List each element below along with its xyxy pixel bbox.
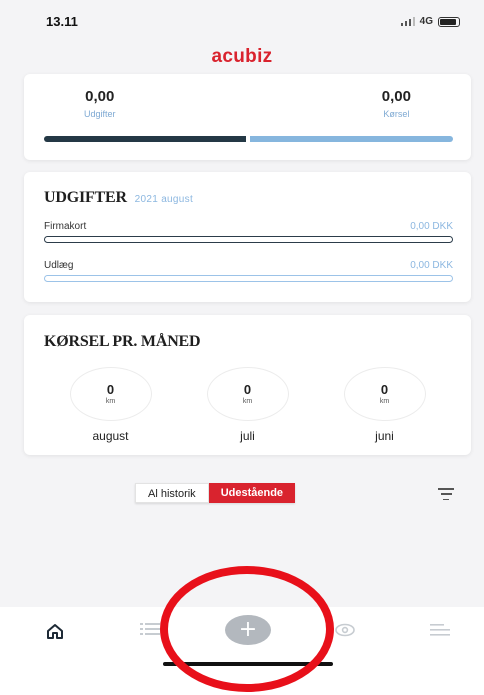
expense-row-udlaeg[interactable]: Udlæg 0,00 DKK	[44, 260, 453, 282]
summary-split-bar	[44, 136, 453, 142]
expense-progress-bar	[44, 275, 453, 282]
list-icon[interactable]	[140, 621, 160, 642]
filter-outstanding-button[interactable]: Udestående	[208, 483, 296, 503]
mileage-unit: km	[105, 398, 116, 405]
mileage-month-label: august	[92, 429, 129, 443]
network-type: 4G	[419, 16, 433, 27]
mileage-unit: km	[379, 398, 390, 405]
mileage-month-juli[interactable]: 0 km juli	[198, 367, 298, 443]
expenses-period: 2021 august	[134, 194, 194, 205]
summary-mileage-label: Kørsel	[383, 109, 410, 119]
mileage-value: 0	[380, 382, 389, 397]
expense-row-amount: 0,00 DKK	[410, 221, 453, 232]
expense-progress-bar	[44, 236, 453, 243]
summary-expenses-label: Udgifter	[84, 109, 116, 119]
summary-bar-expenses	[44, 136, 246, 142]
summary-card[interactable]: 0,00 Udgifter 0,00 Kørsel	[24, 74, 471, 160]
menu-icon[interactable]	[430, 623, 450, 642]
mileage-title: KØRSEL PR. MÅNED	[44, 333, 201, 350]
summary-mileage-value: 0,00	[381, 88, 411, 105]
summary-expenses-value: 0,00	[85, 88, 115, 105]
mileage-month-august[interactable]: 0 km august	[61, 367, 161, 443]
summary-mileage[interactable]: 0,00 Kørsel	[382, 88, 411, 119]
mileage-value: 0	[106, 382, 115, 397]
status-bar: 13.11 4G	[0, 0, 484, 40]
expense-row-label: Udlæg	[44, 260, 74, 271]
mileage-circle: 0 km	[69, 367, 152, 421]
mileage-month-label: juli	[240, 429, 255, 443]
eye-icon[interactable]	[334, 622, 356, 643]
status-right: 4G	[400, 16, 460, 27]
expenses-title-text: UDGIFTER	[44, 189, 127, 206]
battery-icon	[438, 16, 460, 27]
mileage-unit: km	[242, 398, 253, 405]
mileage-card[interactable]: KØRSEL PR. MÅNED 0 km august 0 km juli 0	[24, 315, 471, 455]
expense-row-amount: 0,00 DKK	[410, 260, 453, 271]
expenses-card[interactable]: UDGIFTER 2021 august Firmakort 0,00 DKK …	[24, 172, 471, 302]
home-icon[interactable]	[46, 623, 64, 644]
expense-row-firmakort[interactable]: Firmakort 0,00 DKK	[44, 221, 453, 243]
expense-row-label: Firmakort	[44, 221, 87, 232]
mileage-month-label: juni	[375, 429, 394, 443]
summary-bar-mileage	[250, 136, 453, 142]
filter-all-history-button[interactable]: Al historik	[135, 483, 209, 503]
summary-expenses[interactable]: 0,00 Udgifter	[84, 88, 116, 119]
mileage-month-juni[interactable]: 0 km juni	[335, 367, 435, 443]
status-time: 13.11	[46, 14, 78, 29]
signal-icon	[400, 17, 415, 26]
mileage-months: 0 km august 0 km juli 0 km juni	[24, 367, 471, 443]
mileage-value: 0	[243, 382, 252, 397]
annotation-circle	[160, 566, 334, 692]
mileage-circle: 0 km	[206, 367, 289, 421]
mileage-circle: 0 km	[343, 367, 426, 421]
app-logo: acubiz	[211, 46, 273, 67]
sort-filter-icon[interactable]	[438, 488, 454, 500]
phone-screen: 13.11 4G acubiz 0,00 Udgifter 0,00 Kørse…	[0, 0, 484, 695]
history-filter: Al historik Udestående	[135, 483, 296, 503]
expenses-title: UDGIFTER 2021 august	[44, 189, 193, 207]
